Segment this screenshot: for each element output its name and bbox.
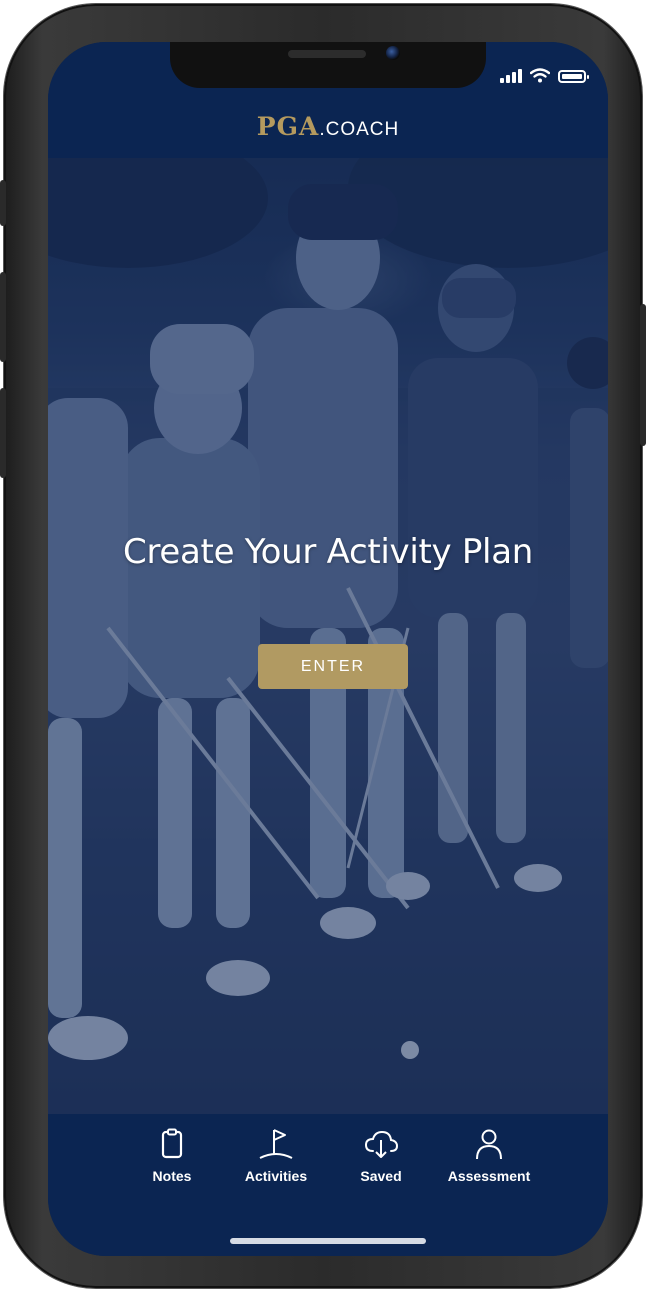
- pga-coach-logo: PGA.COACH: [48, 112, 608, 141]
- hero-tint-overlay: [48, 158, 608, 1114]
- status-bar: [500, 68, 589, 83]
- cloud-download-icon: [364, 1130, 399, 1158]
- clipboard-icon: [161, 1128, 183, 1159]
- flag-icon: [259, 1129, 293, 1159]
- signal-icon: [500, 69, 522, 83]
- hero-title: Create Your Activity Plan: [123, 532, 533, 572]
- hero-banner: Create Your Activity Plan ENTER: [48, 158, 608, 1114]
- enter-button[interactable]: ENTER: [258, 644, 408, 689]
- logo-coach-text: .COACH: [319, 119, 400, 140]
- tab-assessment-label: Assessment: [447, 1168, 531, 1184]
- volume-down-button: [0, 388, 6, 478]
- speaker-grille: [288, 50, 366, 58]
- person-icon: [476, 1129, 502, 1160]
- tab-assessment[interactable]: Assessment: [444, 1126, 534, 1184]
- phone-frame: PGA.COACH Create Your Activity Plan ENTE…: [0, 4, 646, 1288]
- volume-up-button: [0, 272, 6, 362]
- screen: PGA.COACH Create Your Activity Plan ENTE…: [48, 42, 608, 1256]
- home-indicator: [230, 1238, 426, 1244]
- tab-saved[interactable]: Saved: [358, 1126, 404, 1184]
- tab-notes-label: Notes: [152, 1168, 192, 1184]
- tab-activities-label: Activities: [244, 1168, 308, 1184]
- power-button: [640, 304, 646, 446]
- tab-saved-label: Saved: [360, 1168, 402, 1184]
- wifi-icon: [530, 68, 550, 83]
- tab-activities[interactable]: Activities: [240, 1126, 312, 1184]
- notch: [170, 42, 486, 88]
- camera-icon: [386, 46, 400, 60]
- silent-switch: [0, 180, 6, 226]
- bottom-tab-bar: Notes Activities Saved Assessment: [48, 1114, 608, 1256]
- battery-icon: [558, 70, 589, 83]
- tab-notes[interactable]: Notes: [149, 1126, 195, 1184]
- logo-pga-text: PGA: [256, 112, 320, 141]
